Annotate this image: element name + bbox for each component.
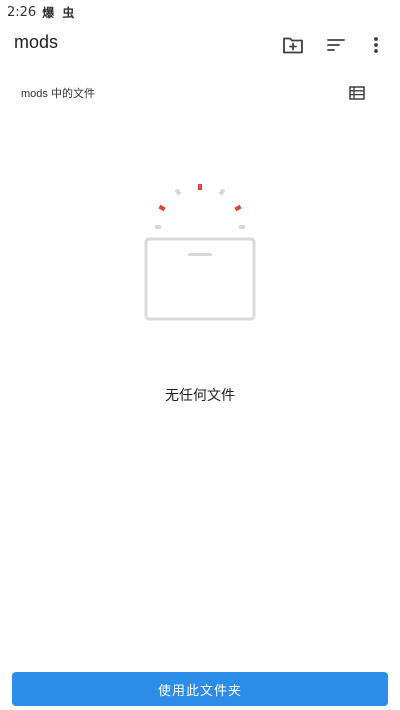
sparkle-mark — [239, 225, 245, 229]
empty-state-message: 无任何文件 — [165, 388, 235, 404]
folder-path-label: mods 中的文件 — [21, 88, 95, 100]
status-time: 2:26 — [7, 4, 37, 20]
new-folder-button[interactable] — [278, 30, 308, 60]
status-app-glyphs: 爆 虫 — [42, 5, 77, 20]
sort-icon — [327, 39, 345, 51]
sparkle-mark — [198, 184, 202, 190]
sparkle-mark — [155, 225, 161, 229]
empty-folder-illustration — [144, 184, 256, 321]
empty-box-shape — [144, 237, 256, 321]
list-view-icon — [349, 86, 365, 100]
sparkle-mark — [174, 188, 182, 196]
sparkle-mark — [158, 204, 166, 212]
sparkle-mark — [218, 188, 226, 196]
page-title: mods — [14, 32, 59, 52]
sort-button[interactable] — [321, 30, 351, 60]
more-options-button[interactable] — [361, 30, 391, 60]
sparkle-mark — [234, 204, 242, 212]
view-toggle-button[interactable] — [345, 82, 369, 104]
empty-box-slot — [188, 253, 212, 256]
folder-path-row: mods 中的文件 — [0, 76, 400, 110]
app-bar: mods — [0, 26, 400, 64]
more-vert-icon — [374, 37, 378, 53]
new-folder-icon — [283, 37, 303, 54]
use-this-folder-button[interactable]: 使用此文件夹 — [12, 672, 388, 706]
status-bar: 2:26 爆 虫 — [0, 0, 400, 24]
